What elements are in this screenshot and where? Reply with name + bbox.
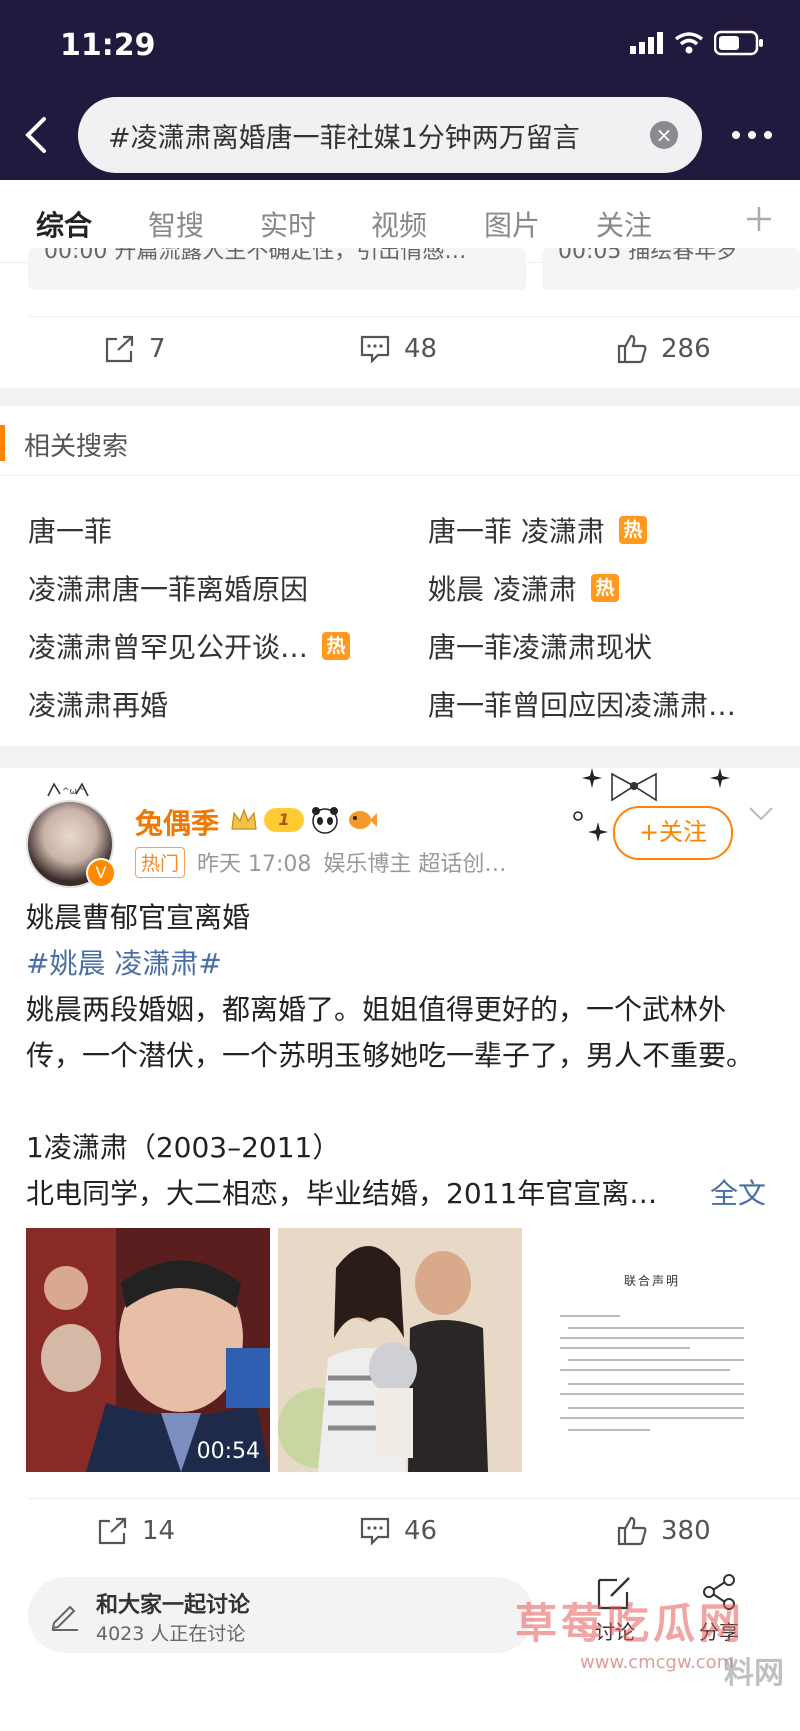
status-icons bbox=[630, 30, 764, 56]
clear-search-icon[interactable]: × bbox=[650, 121, 678, 149]
level-badge: 1 bbox=[264, 808, 304, 832]
document-thumbnail[interactable]: 联合声明 bbox=[530, 1228, 774, 1472]
post-meta: 热门 昨天 17:08 娱乐博主 超话创… bbox=[135, 846, 506, 878]
status-time: 11:29 bbox=[60, 28, 156, 63]
section-gap bbox=[0, 388, 800, 406]
chapter-text: 00:00 开篇流露人生不确定性，引出情感… bbox=[44, 248, 467, 264]
like-count: 380 bbox=[661, 1516, 711, 1546]
discuss-input[interactable]: 和大家一起讨论 4023 人正在讨论 bbox=[28, 1577, 534, 1653]
add-tab-icon[interactable] bbox=[745, 205, 773, 233]
hot-badge: 热 bbox=[590, 574, 619, 602]
crown-icon bbox=[231, 808, 257, 830]
related-search-item[interactable]: 姚晨 凌潇肃热 bbox=[428, 568, 619, 608]
tab-following[interactable]: 关注 bbox=[596, 204, 652, 244]
related-search-item[interactable]: 凌潇肃再婚 bbox=[28, 684, 168, 724]
back-arrow-icon[interactable] bbox=[20, 115, 56, 155]
share-icon bbox=[105, 335, 134, 363]
fish-icon bbox=[349, 811, 377, 829]
discuss-title: 和大家一起讨论 bbox=[96, 1593, 251, 1618]
post-body: 姚晨两段婚姻，都离婚了。姐姐值得更好的，一个武林外传，一个潜伏，一个苏明玉够她吃… bbox=[26, 993, 755, 1072]
comment-button[interactable]: 48 bbox=[360, 334, 437, 364]
hot-badge: 热 bbox=[618, 516, 647, 544]
comment-icon bbox=[360, 1517, 390, 1545]
watermark-side: 料网 bbox=[724, 1656, 784, 1691]
watermark-url: www.cmcgw.com bbox=[580, 1652, 735, 1673]
post-body-line: 1凌潇肃（2003–2011） bbox=[26, 1131, 341, 1164]
share-button[interactable]: 14 bbox=[98, 1516, 175, 1546]
more-options-icon[interactable] bbox=[730, 125, 774, 145]
search-query: #凌潇肃离婚唐一菲社媒1分钟两万留言 bbox=[108, 122, 580, 154]
battery-icon bbox=[714, 30, 763, 56]
post-headline: 姚晨曹郁官宣离婚 bbox=[26, 901, 251, 934]
panda-icon bbox=[312, 807, 338, 834]
like-count: 286 bbox=[661, 334, 711, 364]
share-count: 7 bbox=[149, 334, 166, 364]
comment-count: 46 bbox=[404, 1516, 438, 1546]
related-search-item[interactable]: 唐一菲曾回应因凌潇肃… bbox=[428, 684, 736, 724]
verified-badge-icon: V bbox=[86, 858, 116, 888]
hot-badge: 热 bbox=[322, 632, 351, 660]
wifi-icon bbox=[674, 32, 704, 54]
like-button[interactable]: 380 bbox=[617, 1516, 711, 1546]
related-search-title: 相关搜索 bbox=[24, 432, 129, 462]
comment-count: 48 bbox=[404, 334, 438, 364]
related-search-item[interactable]: 凌潇肃曾罕见公开谈… 热 bbox=[28, 626, 351, 666]
comment-button[interactable]: 46 bbox=[360, 1516, 437, 1546]
tab-comprehensive[interactable]: 综合 bbox=[36, 204, 92, 244]
discuss-count: 4023 人正在讨论 bbox=[96, 1623, 246, 1645]
tab-smart-search[interactable]: 智搜 bbox=[148, 204, 204, 244]
document-text-lines bbox=[560, 1315, 744, 1431]
video-chapter-card[interactable]: 00:00 开篇流露人生不确定性，引出情感… bbox=[28, 248, 526, 290]
related-search-item[interactable]: 唐一菲 bbox=[28, 510, 112, 550]
username[interactable]: 兔偶季 bbox=[135, 802, 219, 842]
like-button[interactable]: 286 bbox=[617, 334, 711, 364]
divider bbox=[0, 475, 800, 476]
watermark: 草莓吃瓜网 bbox=[515, 1599, 746, 1648]
user-badges: 1 bbox=[230, 806, 378, 834]
chevron-down-icon[interactable] bbox=[748, 806, 774, 822]
share-count: 14 bbox=[142, 1516, 176, 1546]
thumbs-up-icon bbox=[617, 334, 647, 364]
cat-ears-decoration-icon: ^ω^ bbox=[47, 782, 89, 797]
tab-video[interactable]: 视频 bbox=[371, 204, 427, 244]
post-body-line: 北电同学，大二相恋，毕业结婚，2011年官宣离… bbox=[26, 1177, 658, 1210]
hot-tag: 热门 bbox=[135, 846, 186, 878]
share-button[interactable]: 7 bbox=[105, 334, 166, 364]
related-search-item[interactable]: 唐一菲凌潇肃现状 bbox=[428, 626, 652, 666]
svg-text:^ω^: ^ω^ bbox=[62, 787, 85, 797]
follow-button[interactable]: +关注 bbox=[613, 806, 733, 860]
video-thumbnail[interactable]: 00:54 bbox=[26, 1228, 270, 1472]
video-thumbnail-image bbox=[26, 1228, 270, 1472]
post-source: 娱乐博主 超话创… bbox=[323, 852, 507, 877]
family-photo-image bbox=[278, 1228, 522, 1472]
document-title: 联合声明 bbox=[623, 1274, 680, 1288]
related-search-item[interactable]: 凌潇肃唐一菲离婚原因 bbox=[28, 568, 308, 608]
tab-images[interactable]: 图片 bbox=[484, 204, 540, 244]
comment-icon bbox=[360, 335, 390, 363]
signal-icon bbox=[630, 32, 663, 54]
photo-thumbnail[interactable] bbox=[278, 1228, 522, 1472]
video-duration: 00:54 bbox=[196, 1439, 260, 1464]
section-gap bbox=[0, 746, 800, 768]
divider bbox=[28, 1498, 800, 1499]
topic-link[interactable]: #姚晨 凌潇肃# bbox=[26, 941, 776, 987]
pencil-icon bbox=[51, 1605, 78, 1631]
video-chapter-card[interactable]: 00:05 描绘春年岁 bbox=[542, 248, 800, 290]
related-search-item[interactable]: 唐一菲 凌潇肃热 bbox=[428, 510, 647, 550]
post-time: 昨天 17:08 bbox=[197, 852, 312, 877]
thumbs-up-icon bbox=[617, 1516, 647, 1546]
chapter-text: 00:05 描绘春年岁 bbox=[558, 248, 739, 264]
section-accent-bar bbox=[0, 425, 5, 461]
tab-realtime[interactable]: 实时 bbox=[260, 204, 316, 244]
search-input[interactable]: #凌潇肃离婚唐一菲社媒1分钟两万留言 bbox=[78, 97, 702, 173]
share-icon bbox=[98, 1517, 127, 1545]
full-text-link[interactable]: 全文 bbox=[710, 1171, 780, 1217]
divider bbox=[28, 316, 800, 317]
